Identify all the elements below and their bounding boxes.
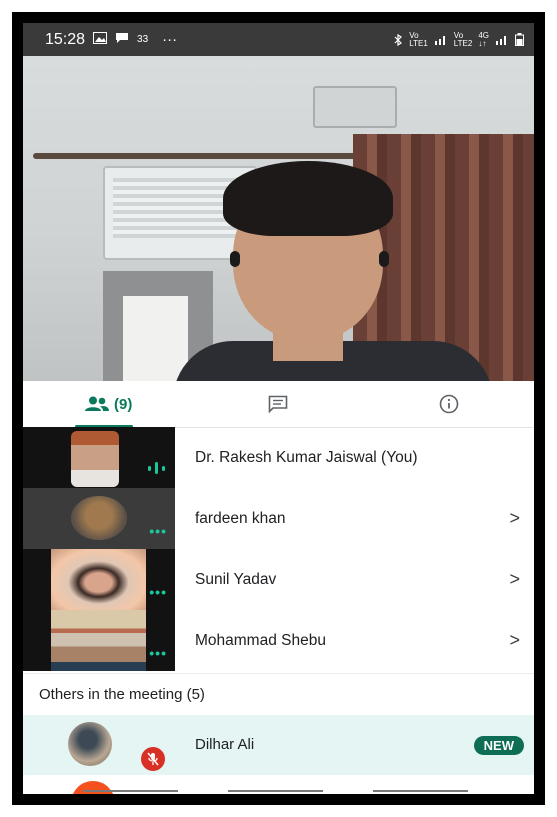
phone-screen: 15:28 33 ··· Vo LTE1 Vo LTE2 4G ↓↑ (9) D… [21, 21, 536, 796]
participants-list: Dr. Rakesh Kumar Jaiswal (You) ••• farde… [23, 427, 534, 671]
people-icon [84, 396, 109, 411]
new-badge: NEW [473, 736, 524, 755]
meeting-tabs: (9) [23, 381, 534, 428]
wall-stabilizer [313, 86, 397, 128]
chevron-right-icon: > [509, 569, 520, 589]
chevron-right-icon: > [509, 630, 520, 650]
earbud-left [230, 251, 240, 267]
signal-icon [496, 36, 506, 45]
bluetooth-icon [394, 33, 403, 46]
navigation-bar [23, 784, 534, 794]
volte-lte1-icon: Vo LTE1 [409, 30, 428, 48]
tab-chat[interactable] [193, 381, 363, 427]
status-time: 15:28 [45, 30, 86, 48]
participant-video-thumbnail [23, 427, 175, 488]
participant-name: Dilhar Ali [195, 736, 255, 753]
earbud-right [379, 251, 389, 267]
nav-handle [373, 790, 468, 792]
battery-icon [515, 33, 524, 46]
participant-name: Mohammad Shebu [195, 631, 326, 649]
dots-icon: ••• [149, 584, 167, 600]
participant-row[interactable]: ••• Mohammad Shebu > [23, 610, 534, 671]
participant-row[interactable]: ••• Sunil Yadav > [23, 549, 534, 610]
message-icon [115, 31, 129, 48]
notification-count: 33 [137, 34, 149, 45]
mic-off-icon [141, 747, 165, 771]
main-video-feed[interactable] [23, 56, 534, 381]
participant-name: fardeen khan [195, 509, 286, 527]
tab-people[interactable]: (9) [23, 381, 193, 428]
participant-row-you[interactable]: Dr. Rakesh Kumar Jaiswal (You) [23, 427, 534, 488]
participant-video-thumbnail: ••• [23, 549, 175, 610]
participant-count: (9) [113, 395, 133, 413]
others-in-meeting-header: Others in the meeting (5) [23, 673, 534, 715]
chevron-right-icon: > [509, 508, 520, 528]
status-right-icons: Vo LTE1 Vo LTE2 4G ↓↑ [393, 30, 524, 48]
signal-icon [434, 36, 445, 45]
volte-lte2-icon: Vo LTE2 [453, 30, 473, 48]
participant-row[interactable]: ••• fardeen khan > [23, 488, 534, 549]
participant-video-thumbnail: ••• [23, 488, 175, 549]
speaking-bars-icon [147, 461, 167, 478]
chat-icon [269, 395, 288, 413]
status-bar: 15:28 33 ··· Vo LTE1 Vo LTE2 4G ↓↑ [23, 23, 534, 56]
participant-name: Sunil Yadav [195, 570, 277, 588]
nav-handle [228, 790, 323, 792]
info-icon [439, 394, 459, 414]
avatar [68, 722, 112, 766]
dots-icon: ••• [149, 645, 167, 661]
participant-name: Dr. Rakesh Kumar Jaiswal (You) [195, 448, 418, 466]
participant-video-thumbnail: ••• [23, 610, 175, 671]
tab-info[interactable] [364, 381, 534, 427]
image-icon [93, 31, 108, 48]
4g-icon: 4G ↓↑ [478, 30, 489, 48]
screenshot-frame: 15:28 33 ··· Vo LTE1 Vo LTE2 4G ↓↑ (9) D… [12, 12, 545, 805]
more-notifications-icon: ··· [162, 31, 178, 48]
dots-icon: ••• [149, 523, 167, 539]
curtain-rod [33, 153, 363, 159]
nav-handle [83, 790, 178, 792]
person-hair [223, 161, 393, 236]
other-participant-row[interactable]: Dilhar Ali NEW [23, 715, 534, 775]
